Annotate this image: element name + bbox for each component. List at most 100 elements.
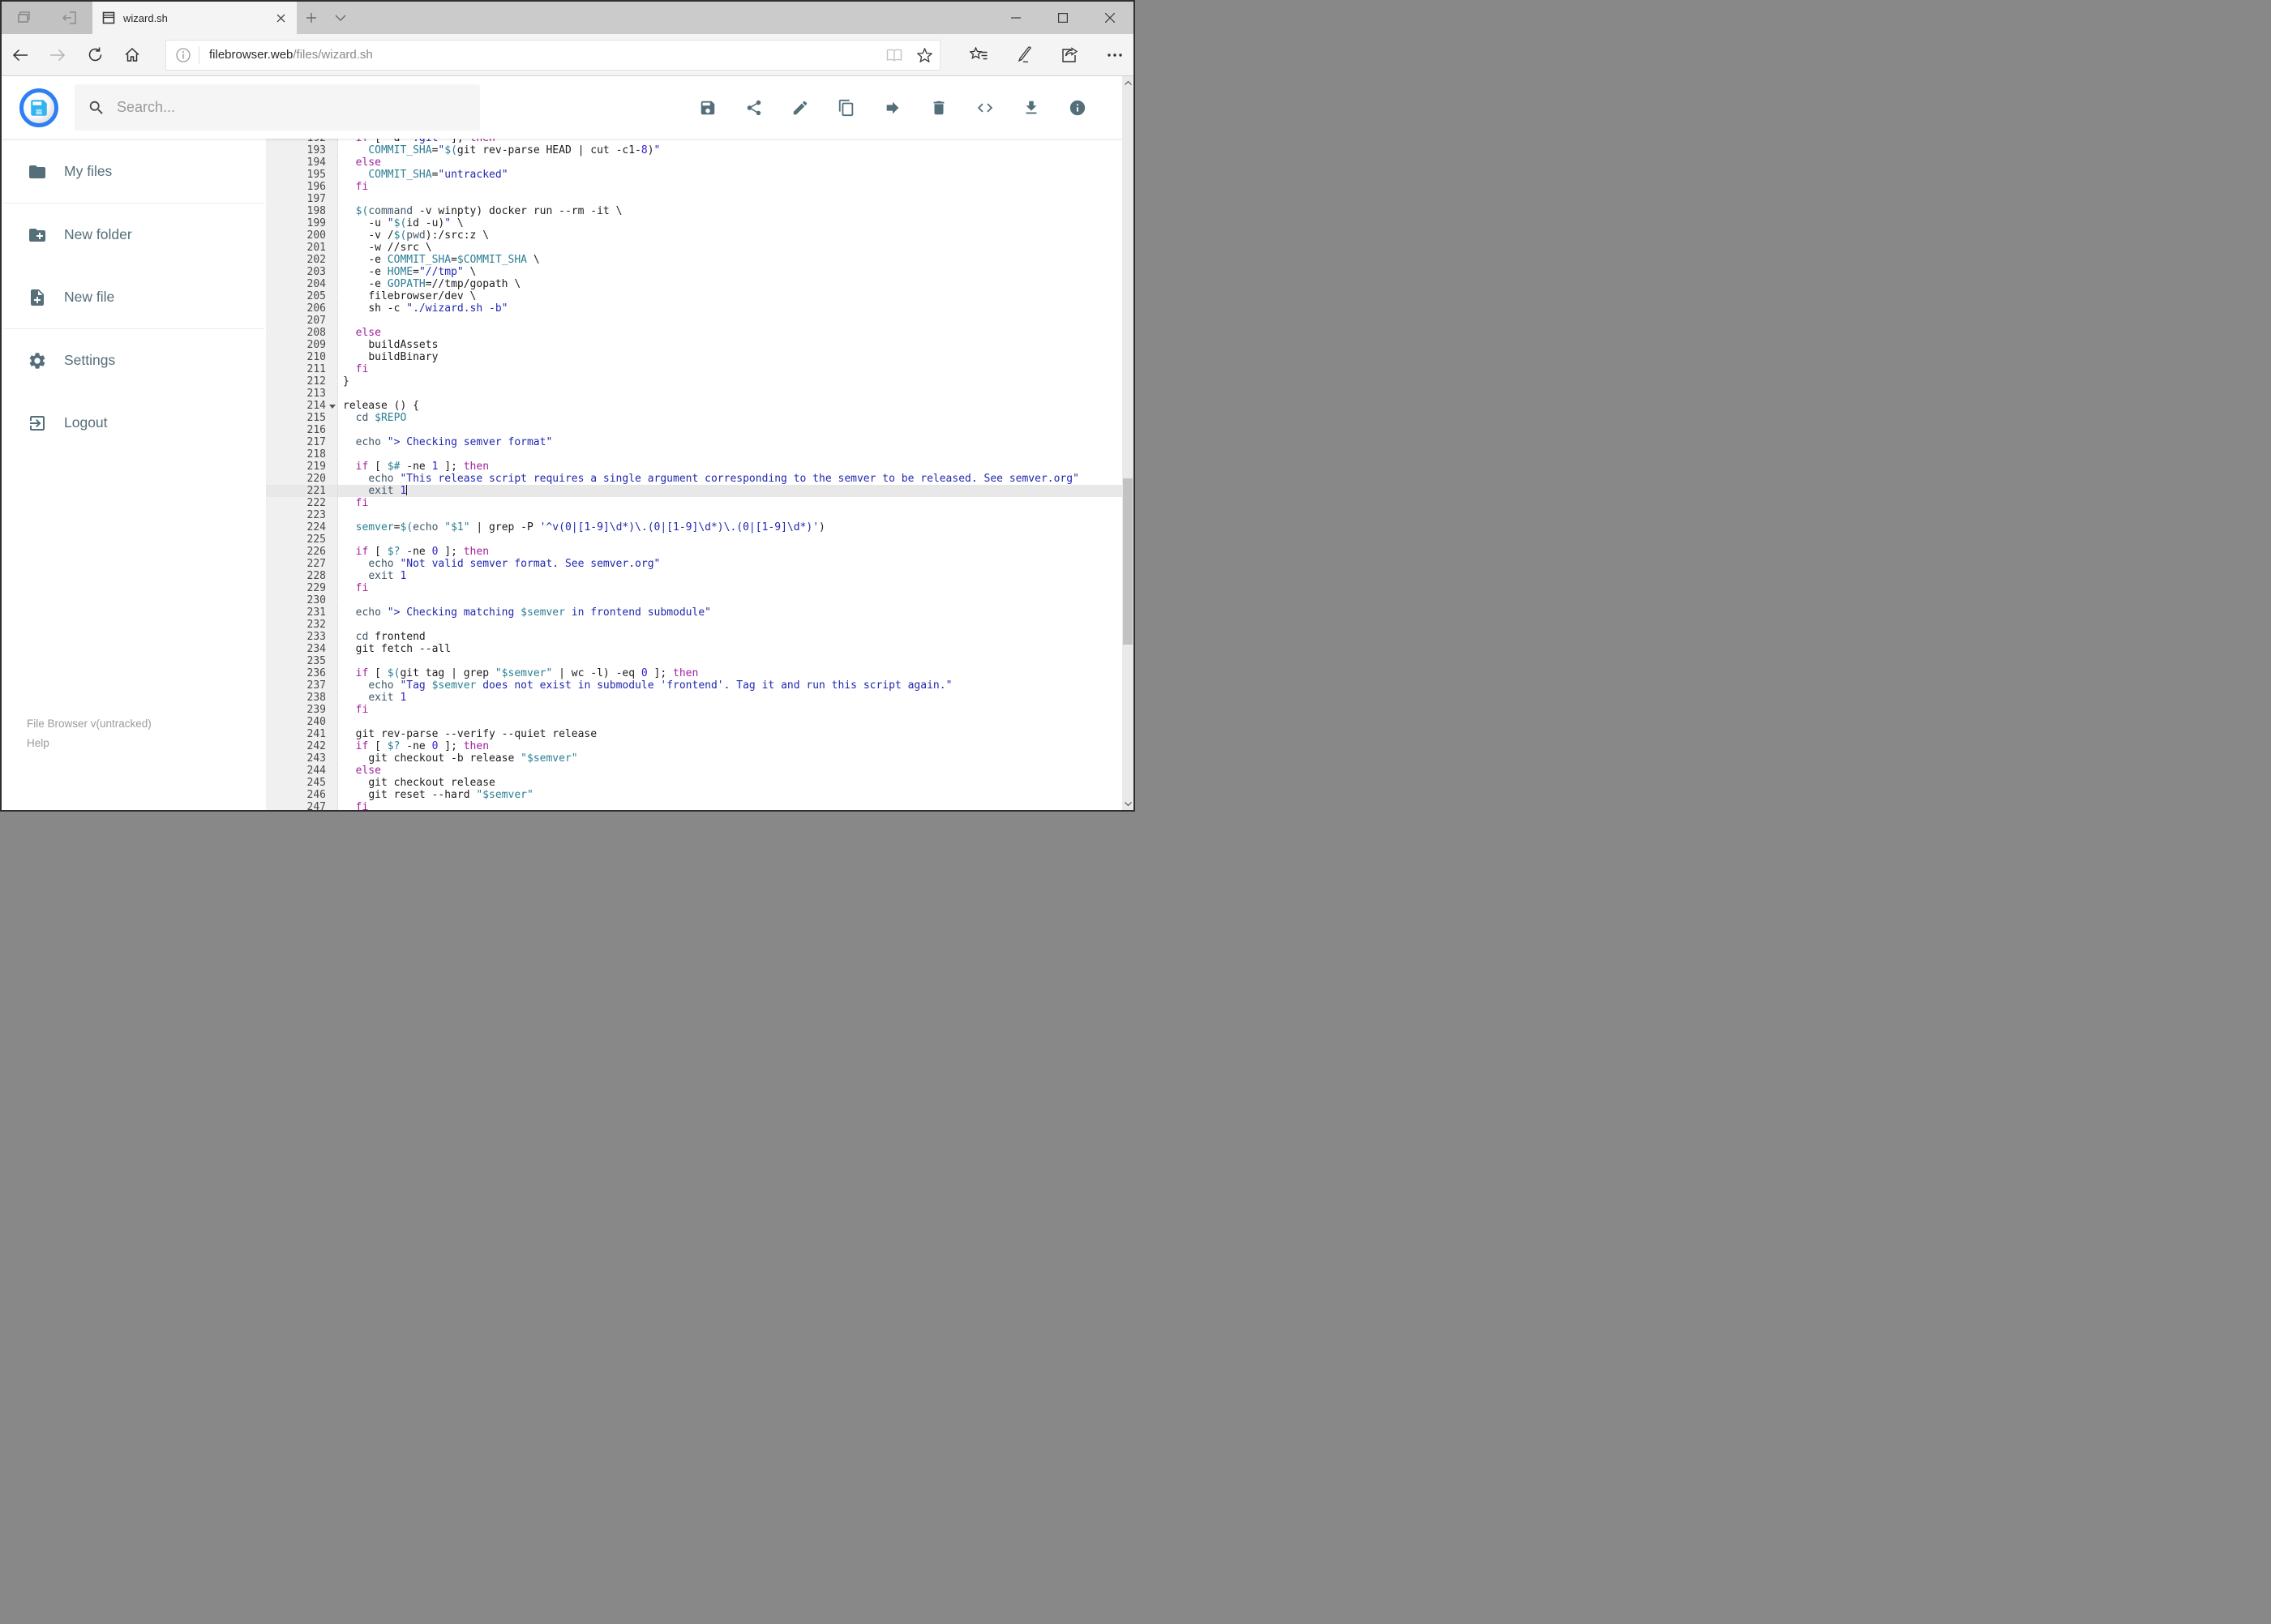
code-line[interactable]: 247 fi bbox=[266, 801, 1133, 810]
code-line[interactable]: 230 bbox=[266, 594, 1133, 606]
search-box[interactable] bbox=[75, 84, 480, 131]
code-line[interactable]: 229 fi bbox=[266, 582, 1133, 594]
code-line[interactable]: 224 semver=$(echo "$1" | grep -P '^v(0|[… bbox=[266, 521, 1133, 533]
refresh-button[interactable] bbox=[76, 34, 114, 75]
filebrowser-logo[interactable] bbox=[19, 88, 58, 127]
tab-close-icon[interactable] bbox=[273, 11, 289, 26]
code-editor[interactable]: 192 if [ -d ".git" ]; then193 COMMIT_SHA… bbox=[266, 139, 1133, 810]
code-line[interactable]: 201 -w //src \ bbox=[266, 242, 1133, 254]
info-button[interactable] bbox=[1068, 98, 1087, 118]
code-line[interactable]: 228 exit 1 bbox=[266, 570, 1133, 582]
code-line[interactable]: 222 fi bbox=[266, 497, 1133, 509]
code-line[interactable]: 244 else bbox=[266, 765, 1133, 777]
code-line[interactable]: 240 bbox=[266, 716, 1133, 728]
sidebar-item-new-folder[interactable]: New folder bbox=[2, 204, 266, 266]
code-line[interactable]: 241 git rev-parse --verify --quiet relea… bbox=[266, 728, 1133, 740]
copy-button[interactable] bbox=[837, 98, 856, 118]
code-line[interactable]: 220 echo "This release script requires a… bbox=[266, 473, 1133, 485]
raw-code-button[interactable] bbox=[975, 98, 995, 118]
sidebar-item-logout[interactable]: Logout bbox=[2, 392, 266, 454]
code-line[interactable]: 237 echo "Tag $semver does not exist in … bbox=[266, 679, 1133, 692]
code-line[interactable]: 235 bbox=[266, 655, 1133, 667]
new-tab-button[interactable] bbox=[297, 2, 326, 34]
code-line[interactable]: 221 exit 1 bbox=[266, 485, 1133, 497]
tab-preview-button[interactable] bbox=[2, 2, 47, 34]
annotate-pen-icon[interactable] bbox=[1007, 46, 1041, 63]
code-line[interactable]: 236 if [ $(git tag | grep "$semver" | wc… bbox=[266, 667, 1133, 679]
fold-arrow-icon[interactable] bbox=[329, 405, 336, 409]
add-favorite-star-icon[interactable] bbox=[910, 47, 940, 62]
code-line[interactable]: 217 echo "> Checking semver format" bbox=[266, 436, 1133, 448]
sidebar-item-new-file[interactable]: New file bbox=[2, 266, 266, 328]
home-button[interactable] bbox=[114, 34, 151, 75]
url-bar[interactable]: filebrowser.web/files/wizard.sh bbox=[165, 39, 941, 71]
tab-wizard-sh[interactable]: wizard.sh bbox=[92, 2, 297, 34]
code-line[interactable]: 243 git checkout -b release "$semver" bbox=[266, 752, 1133, 765]
settings-ellipsis-icon[interactable] bbox=[1098, 53, 1132, 57]
site-info-icon[interactable] bbox=[166, 47, 199, 62]
url-text[interactable]: filebrowser.web/files/wizard.sh bbox=[209, 48, 879, 62]
code-line[interactable]: 233 cd frontend bbox=[266, 631, 1133, 643]
rename-edit-button[interactable] bbox=[791, 98, 810, 118]
code-line[interactable]: 246 git reset --hard "$semver" bbox=[266, 789, 1133, 801]
code-line[interactable]: 200 -v /$(pwd):/src:z \ bbox=[266, 229, 1133, 242]
download-button[interactable] bbox=[1022, 98, 1041, 118]
code-line[interactable]: 202 -e COMMIT_SHA=$COMMIT_SHA \ bbox=[266, 254, 1133, 266]
share-page-icon[interactable] bbox=[1052, 46, 1086, 63]
code-line[interactable]: 216 bbox=[266, 424, 1133, 436]
minimize-button[interactable] bbox=[992, 2, 1039, 34]
code-line[interactable]: 212} bbox=[266, 375, 1133, 388]
code-line[interactable]: 206 sh -c "./wizard.sh -b" bbox=[266, 302, 1133, 315]
code-line[interactable]: 227 echo "Not valid semver format. See s… bbox=[266, 558, 1133, 570]
hub-favorites-icon[interactable] bbox=[962, 47, 996, 62]
share-button[interactable] bbox=[744, 98, 764, 118]
back-button[interactable] bbox=[2, 34, 39, 75]
code-line[interactable]: 234 git fetch --all bbox=[266, 643, 1133, 655]
delete-button[interactable] bbox=[929, 98, 949, 118]
code-line[interactable]: 204 -e GOPATH=//tmp/gopath \ bbox=[266, 278, 1133, 290]
code-line[interactable]: 196 fi bbox=[266, 181, 1133, 193]
code-line[interactable]: 226 if [ $? -ne 0 ]; then bbox=[266, 546, 1133, 558]
scrollbar-down-arrow[interactable] bbox=[1122, 797, 1133, 810]
code-line[interactable]: 213 bbox=[266, 388, 1133, 400]
code-line[interactable]: 211 fi bbox=[266, 363, 1133, 375]
code-line[interactable]: 225 bbox=[266, 533, 1133, 546]
tab-list-chevron-button[interactable] bbox=[326, 2, 355, 34]
code-line[interactable]: 245 git checkout release bbox=[266, 777, 1133, 789]
code-line[interactable]: 207 bbox=[266, 315, 1133, 327]
code-line[interactable]: 232 bbox=[266, 619, 1133, 631]
code-line[interactable]: 215 cd $REPO bbox=[266, 412, 1133, 424]
sidebar-item-settings[interactable]: Settings bbox=[2, 329, 266, 392]
code-line[interactable]: 242 if [ $? -ne 0 ]; then bbox=[266, 740, 1133, 752]
code-line[interactable]: 209 buildAssets bbox=[266, 339, 1133, 351]
sidebar-item-my-files[interactable]: My files bbox=[2, 140, 266, 203]
code-line[interactable]: 197 bbox=[266, 193, 1133, 205]
code-line[interactable]: 210 buildBinary bbox=[266, 351, 1133, 363]
save-button[interactable] bbox=[698, 98, 718, 118]
code-line[interactable]: 218 bbox=[266, 448, 1133, 461]
maximize-button[interactable] bbox=[1039, 2, 1086, 34]
reading-view-icon[interactable] bbox=[879, 49, 910, 62]
move-button[interactable] bbox=[883, 98, 902, 118]
code-line[interactable]: 208 else bbox=[266, 327, 1133, 339]
vertical-scrollbar[interactable] bbox=[1122, 76, 1133, 810]
code-line[interactable]: 239 fi bbox=[266, 704, 1133, 716]
search-input[interactable] bbox=[117, 99, 467, 116]
code-line[interactable]: 205 filebrowser/dev \ bbox=[266, 290, 1133, 302]
code-line[interactable]: 219 if [ $# -ne 1 ]; then bbox=[266, 461, 1133, 473]
code-line[interactable]: 193 COMMIT_SHA="$(git rev-parse HEAD | c… bbox=[266, 144, 1133, 156]
code-line[interactable]: 214 release () { bbox=[266, 400, 1133, 412]
code-line[interactable]: 199 -u "$(id -u)" \ bbox=[266, 217, 1133, 229]
code-line[interactable]: 198 $(command -v winpty) docker run --rm… bbox=[266, 205, 1133, 217]
close-window-button[interactable] bbox=[1086, 2, 1133, 34]
scrollbar-up-arrow[interactable] bbox=[1122, 76, 1133, 89]
code-line[interactable]: 192 if [ -d ".git" ]; then bbox=[266, 139, 1133, 144]
forward-button[interactable] bbox=[39, 34, 76, 75]
code-line[interactable]: 238 exit 1 bbox=[266, 692, 1133, 704]
scrollbar-thumb[interactable] bbox=[1123, 478, 1133, 645]
code-line[interactable]: 203 -e HOME="//tmp" \ bbox=[266, 266, 1133, 278]
code-line[interactable]: 194 else bbox=[266, 156, 1133, 169]
code-line[interactable]: 223 bbox=[266, 509, 1133, 521]
set-tabs-aside-button[interactable] bbox=[47, 2, 92, 34]
help-link[interactable]: Help bbox=[27, 734, 266, 753]
